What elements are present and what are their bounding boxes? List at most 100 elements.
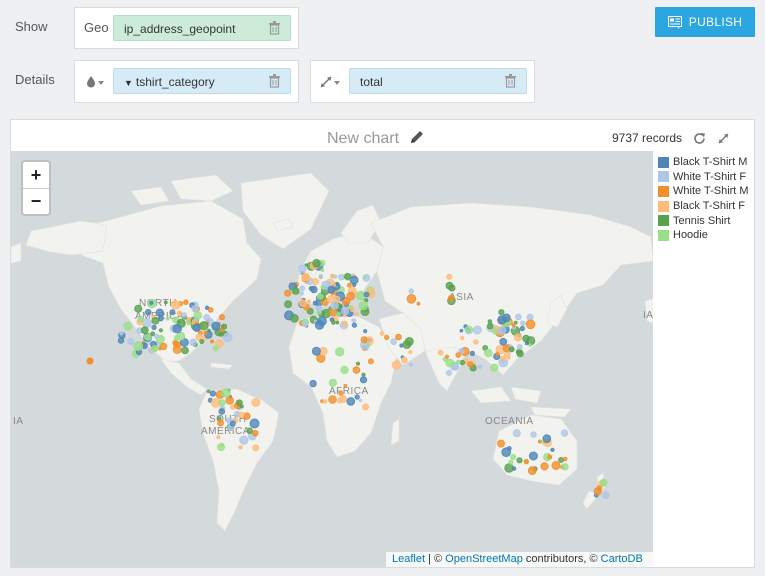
data-point[interactable] bbox=[199, 339, 205, 345]
data-point[interactable] bbox=[191, 304, 200, 313]
data-point[interactable] bbox=[299, 285, 306, 292]
data-point[interactable] bbox=[384, 334, 390, 340]
data-point[interactable] bbox=[127, 338, 135, 346]
geo-field-box[interactable]: Geo ip_address_geopoint bbox=[74, 7, 299, 49]
data-point[interactable] bbox=[350, 307, 355, 313]
data-point[interactable] bbox=[292, 287, 300, 295]
fullscreen-icon[interactable] bbox=[717, 132, 730, 145]
cartodb-link[interactable]: CartoDB bbox=[601, 553, 643, 565]
data-point[interactable] bbox=[340, 365, 349, 375]
data-point[interactable] bbox=[355, 290, 366, 301]
data-point[interactable] bbox=[363, 275, 367, 279]
data-point[interactable] bbox=[290, 313, 299, 323]
data-point[interactable] bbox=[203, 314, 211, 321]
data-point[interactable] bbox=[318, 273, 323, 279]
data-point[interactable] bbox=[193, 311, 203, 320]
data-point[interactable] bbox=[221, 323, 228, 330]
data-point[interactable] bbox=[551, 461, 561, 470]
data-point[interactable] bbox=[309, 379, 317, 388]
data-point[interactable] bbox=[343, 383, 348, 388]
trash-icon[interactable] bbox=[269, 74, 280, 88]
data-point[interactable] bbox=[528, 343, 532, 347]
data-point[interactable] bbox=[328, 395, 337, 404]
data-point[interactable] bbox=[316, 305, 323, 313]
data-point[interactable] bbox=[513, 333, 522, 342]
data-point[interactable] bbox=[210, 339, 214, 344]
data-point[interactable] bbox=[465, 329, 470, 335]
data-point[interactable] bbox=[599, 478, 608, 487]
data-point[interactable] bbox=[211, 321, 221, 331]
trash-icon[interactable] bbox=[269, 21, 280, 35]
data-point[interactable] bbox=[499, 337, 508, 346]
data-point[interactable] bbox=[316, 293, 324, 300]
data-point[interactable] bbox=[216, 435, 221, 440]
data-point[interactable] bbox=[335, 347, 345, 357]
data-point[interactable] bbox=[507, 356, 511, 360]
data-point[interactable] bbox=[310, 285, 318, 294]
data-point[interactable] bbox=[330, 273, 336, 279]
data-point[interactable] bbox=[497, 439, 505, 448]
data-point[interactable] bbox=[327, 285, 336, 294]
data-point[interactable] bbox=[212, 345, 219, 352]
data-point[interactable] bbox=[395, 333, 402, 341]
data-point[interactable] bbox=[199, 321, 209, 331]
data-point[interactable] bbox=[460, 335, 465, 341]
data-point[interactable] bbox=[408, 362, 414, 367]
data-point[interactable] bbox=[206, 389, 211, 394]
data-point[interactable] bbox=[497, 315, 507, 325]
data-point[interactable] bbox=[401, 356, 408, 364]
data-point[interactable] bbox=[354, 394, 360, 400]
data-point[interactable] bbox=[367, 358, 374, 365]
data-point[interactable] bbox=[229, 420, 236, 427]
data-point[interactable] bbox=[137, 316, 144, 323]
data-point[interactable] bbox=[221, 388, 231, 398]
data-point[interactable] bbox=[158, 328, 163, 333]
data-point[interactable] bbox=[526, 313, 534, 321]
data-point[interactable] bbox=[331, 320, 336, 325]
data-point[interactable] bbox=[455, 352, 462, 358]
data-point[interactable] bbox=[243, 412, 251, 420]
data-point[interactable] bbox=[119, 331, 124, 336]
data-point[interactable] bbox=[189, 338, 197, 347]
data-point[interactable] bbox=[560, 429, 569, 437]
data-point[interactable] bbox=[217, 416, 222, 421]
resize-icon[interactable] bbox=[320, 75, 342, 93]
data-point[interactable] bbox=[330, 301, 339, 310]
data-point[interactable] bbox=[602, 491, 610, 500]
data-point[interactable] bbox=[524, 341, 529, 346]
data-point[interactable] bbox=[363, 291, 370, 298]
data-point[interactable] bbox=[284, 289, 292, 297]
data-point[interactable] bbox=[347, 282, 352, 288]
data-point[interactable] bbox=[406, 294, 417, 304]
data-point[interactable] bbox=[218, 399, 226, 407]
data-point[interactable] bbox=[251, 429, 259, 437]
data-point[interactable] bbox=[155, 308, 165, 318]
data-point[interactable] bbox=[246, 427, 253, 435]
data-point[interactable] bbox=[408, 350, 413, 355]
data-point[interactable] bbox=[225, 396, 234, 405]
data-point[interactable] bbox=[163, 300, 168, 305]
data-point[interactable] bbox=[351, 318, 357, 324]
data-point[interactable] bbox=[447, 294, 455, 302]
data-point[interactable] bbox=[472, 325, 482, 335]
data-point[interactable] bbox=[340, 307, 350, 316]
data-point[interactable] bbox=[416, 301, 421, 306]
data-point[interactable] bbox=[338, 390, 344, 396]
data-point[interactable] bbox=[133, 341, 144, 352]
data-point[interactable] bbox=[209, 390, 216, 397]
data-point[interactable] bbox=[239, 435, 249, 445]
data-point[interactable] bbox=[176, 310, 183, 317]
data-point[interactable] bbox=[473, 339, 479, 345]
pencil-icon[interactable] bbox=[409, 129, 425, 145]
data-point[interactable] bbox=[170, 299, 181, 310]
data-point[interactable] bbox=[352, 366, 361, 374]
data-point[interactable] bbox=[562, 456, 568, 462]
size-field-pill[interactable]: total bbox=[349, 68, 527, 94]
world-map[interactable]: NORTH AMERICA ASIA AFRICA SOUTH AMERICA … bbox=[11, 151, 653, 567]
zoom-control[interactable]: + − bbox=[21, 160, 51, 216]
data-point[interactable] bbox=[169, 309, 176, 316]
chart-title[interactable]: New chart bbox=[327, 129, 425, 148]
data-point[interactable] bbox=[561, 463, 569, 471]
data-point[interactable] bbox=[516, 349, 524, 358]
data-point[interactable] bbox=[359, 376, 368, 384]
